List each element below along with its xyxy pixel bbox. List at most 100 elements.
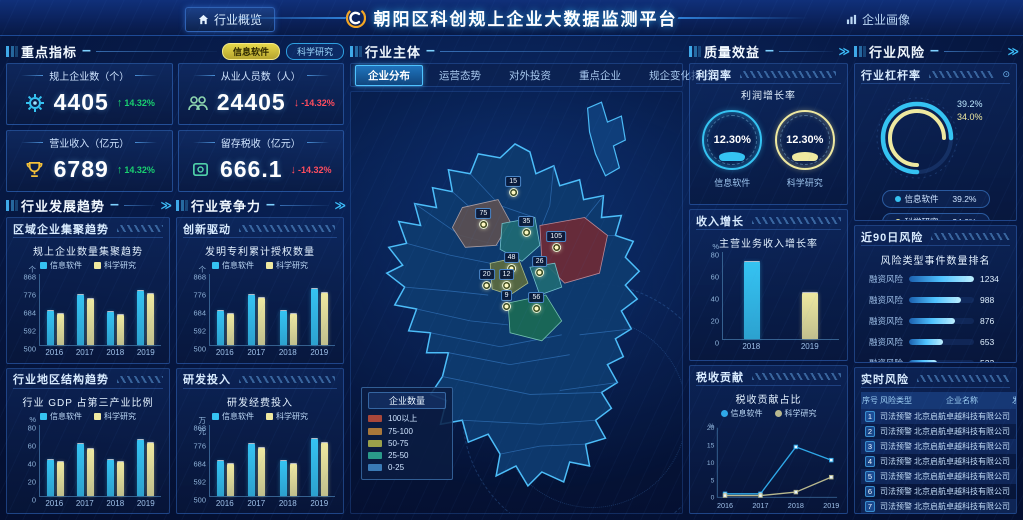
more-icon[interactable]: ≫ [334, 199, 344, 212]
tab-对外投资[interactable]: 对外投资 [497, 66, 563, 85]
hbar-row[interactable]: 融资风险876 [865, 315, 1006, 327]
table-cell: 北京启航卓越科技有限公司 [913, 469, 1011, 484]
map-marker[interactable]: 15 [505, 176, 521, 197]
chart-title: 利润增长率 [696, 87, 841, 102]
bars-area [40, 274, 161, 345]
axis-tick: 500 [193, 345, 206, 354]
table-cell: 北京启航卓越科技有限公司 [913, 499, 1011, 514]
table-row[interactable]: 4司法预警北京启航卓越科技有限公司03-16 [861, 454, 1017, 469]
tab-industry-overview[interactable]: 行业概览 [185, 7, 275, 32]
bar [258, 298, 265, 345]
table-cell: 03-16 [1011, 499, 1017, 514]
bar [248, 295, 255, 345]
money-icon [190, 159, 212, 181]
bar-group [280, 461, 297, 495]
axis-tick: 20 [711, 317, 719, 326]
table-row[interactable]: 7司法预警北京启航卓越科技有限公司03-16 [861, 499, 1017, 514]
district-map: 15753510548262012956 企业数量 100以上75-10050-… [350, 91, 683, 514]
table-row[interactable]: 6司法预警北京启航卓越科技有限公司03-16 [861, 484, 1017, 499]
panel-bars-icon [176, 200, 179, 211]
chart-title: 行业 GDP 占第三产业比例 [15, 394, 161, 409]
kpi-value: 6789 [54, 156, 109, 183]
hbar-row[interactable]: 融资风险1234 [865, 273, 1006, 285]
marker-value: 48 [504, 252, 520, 263]
marker-pin-icon [535, 268, 544, 277]
leverage-value-science: 34.0% [957, 111, 983, 124]
map-marker[interactable]: 105 [546, 231, 566, 252]
arrow-up-icon: ↑ [117, 97, 123, 109]
table-row[interactable]: 5司法预警北京启航卓越科技有限公司03-16 [861, 469, 1017, 484]
x-label: 2016 [45, 348, 63, 357]
table-cell: 03-16 [1011, 424, 1017, 439]
leverage-legend-left: 信息软件 [895, 193, 939, 205]
tag-info-software[interactable]: 信息软件 [222, 43, 280, 60]
home-icon [198, 14, 209, 25]
bar [321, 293, 328, 345]
x-axis-labels: 2016201720182019 [39, 348, 161, 357]
info-icon[interactable]: ⊙ [1002, 69, 1010, 80]
map-marker[interactable]: 12 [499, 269, 515, 290]
map-legend-swatch [368, 464, 382, 471]
main-tabs: 企业分布运营态势对外投资重点企业规企变化排名 [350, 63, 683, 87]
hatch-decor [917, 375, 1010, 382]
hbar-fill [909, 360, 937, 363]
table-cell: 1 [861, 409, 879, 424]
subpanel-title: 实时风险 [861, 371, 909, 387]
bar [311, 439, 318, 495]
hbar-row[interactable]: 融资风险988 [865, 294, 1006, 306]
map-legend-item: 0-25 [368, 463, 446, 472]
marker-pin-icon [479, 220, 488, 229]
axis-tick: 500 [23, 345, 36, 354]
panel-title: 重点指标 [21, 42, 77, 61]
chart-patents: 发明专利累计授权数量信息软件科学研究500592684776868个201620… [183, 238, 337, 357]
tab-运营态势[interactable]: 运营态势 [427, 66, 493, 85]
table-cell: 5 [861, 469, 879, 484]
bar-group [77, 444, 94, 495]
tab-enterprise-portrait[interactable]: 企业画像 [833, 7, 923, 32]
tab-重点企业[interactable]: 重点企业 [567, 66, 633, 85]
more-icon[interactable]: ≫ [160, 199, 170, 212]
kpi-delta: ↑14.32% [117, 97, 155, 109]
panel-title: 行业风险 [869, 42, 925, 61]
map-marker[interactable]: 75 [475, 208, 491, 229]
hatch-decor [752, 217, 841, 224]
subpanel-title: 研发投入 [183, 371, 231, 387]
legend-label: 信息软件 [222, 411, 254, 422]
x-label: 2016 [216, 348, 234, 357]
table-cell: 北京启航卓越科技有限公司 [913, 454, 1011, 469]
map-marker[interactable]: 35 [519, 216, 535, 237]
marker-value: 75 [475, 208, 491, 219]
table-row[interactable]: 3司法预警北京启航卓越科技有限公司03-16 [861, 439, 1017, 454]
bar-group [280, 311, 297, 345]
map-marker[interactable]: 9 [501, 290, 513, 311]
row-index-badge: 2 [865, 426, 875, 437]
legend-swatch [94, 413, 101, 420]
map-marker[interactable]: 20 [479, 269, 495, 290]
marker-pin-icon [532, 304, 541, 313]
row-index-badge: 7 [865, 501, 875, 512]
bar-group [137, 440, 154, 496]
leverage-legend-item: 科学研究34.0% [882, 213, 990, 221]
legend-swatch [212, 262, 219, 269]
tag-science-research[interactable]: 科学研究 [286, 43, 344, 60]
bar-chart-icon [846, 14, 857, 25]
leverage-value-info: 39.2% [957, 98, 983, 111]
map-legend-item: 75-100 [368, 427, 446, 436]
chart-title: 税收贡献占比 [698, 391, 839, 406]
chart-plot: 500592684776868万元 [209, 425, 335, 497]
bar [77, 295, 84, 345]
bar [137, 291, 144, 345]
title-line [96, 51, 217, 52]
hbar-fill [909, 297, 961, 303]
more-icon[interactable]: ≫ [838, 45, 848, 58]
table-row[interactable]: 1司法预警北京启航卓越科技有限公司03-16 [861, 409, 1017, 424]
leverage-gauge: 39.2% 34.0% [861, 88, 1010, 184]
hbar-track [909, 339, 974, 345]
map-marker[interactable]: 26 [532, 256, 548, 277]
hbar-row[interactable]: 融资风险653 [865, 336, 1006, 348]
more-icon[interactable]: ≫ [1007, 45, 1017, 58]
hbar-row[interactable]: 融资风险523 [865, 357, 1006, 363]
tab-企业分布[interactable]: 企业分布 [355, 65, 423, 86]
map-marker[interactable]: 56 [528, 292, 544, 313]
table-row[interactable]: 2司法预警北京启航卓越科技有限公司03-16 [861, 424, 1017, 439]
